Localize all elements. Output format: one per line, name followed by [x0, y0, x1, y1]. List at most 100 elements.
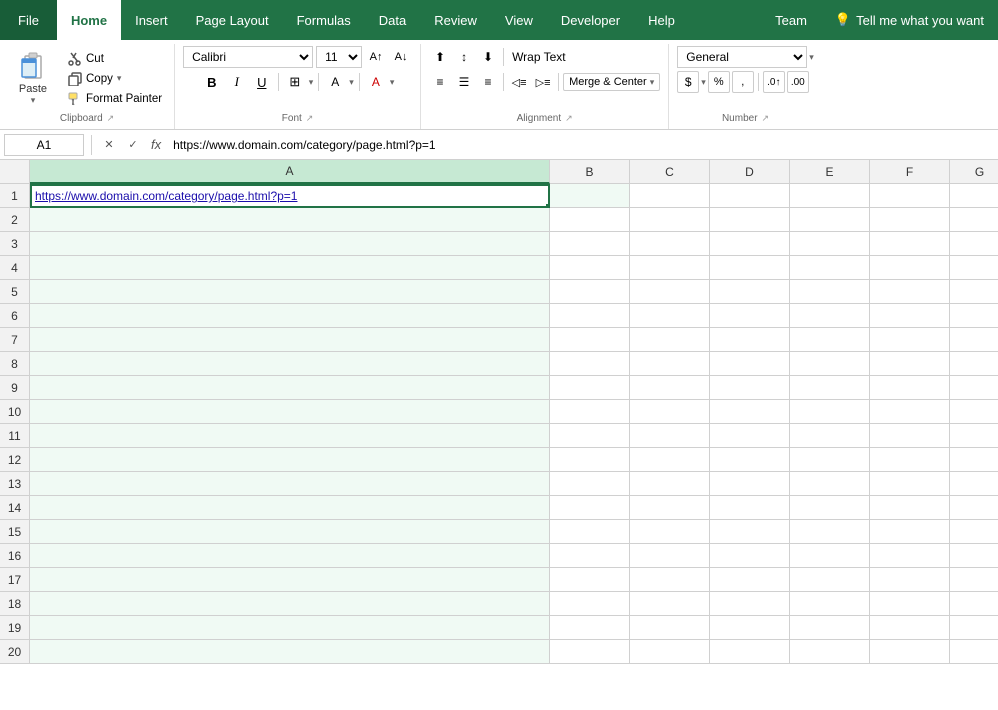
cell-c8[interactable]: [630, 352, 710, 376]
align-top-btn[interactable]: ⬆: [429, 46, 451, 68]
cell-a5[interactable]: [30, 280, 550, 304]
cell-c3[interactable]: [630, 232, 710, 256]
cell-c7[interactable]: [630, 328, 710, 352]
cell-f8[interactable]: [870, 352, 950, 376]
cell-b13[interactable]: [550, 472, 630, 496]
font-size-select[interactable]: 11: [316, 46, 362, 68]
cell-g7[interactable]: [950, 328, 998, 352]
cell-d13[interactable]: [710, 472, 790, 496]
cell-c11[interactable]: [630, 424, 710, 448]
increase-font-btn[interactable]: A↑: [365, 46, 387, 68]
cell-a7[interactable]: [30, 328, 550, 352]
border-btn[interactable]: ⊞: [284, 71, 306, 93]
cell-b10[interactable]: [550, 400, 630, 424]
cell-g13[interactable]: [950, 472, 998, 496]
cell-f16[interactable]: [870, 544, 950, 568]
cell-b19[interactable]: [550, 616, 630, 640]
cell-b16[interactable]: [550, 544, 630, 568]
cell-b14[interactable]: [550, 496, 630, 520]
cell-e11[interactable]: [790, 424, 870, 448]
increase-indent-btn[interactable]: ▷≡: [532, 71, 554, 93]
cell-a13[interactable]: [30, 472, 550, 496]
cell-d19[interactable]: [710, 616, 790, 640]
row-number-1[interactable]: 1: [0, 184, 30, 208]
cell-g14[interactable]: [950, 496, 998, 520]
cell-g9[interactable]: [950, 376, 998, 400]
cell-b1[interactable]: [550, 184, 630, 208]
col-header-a[interactable]: A: [30, 160, 550, 184]
cell-g16[interactable]: [950, 544, 998, 568]
cell-e17[interactable]: [790, 568, 870, 592]
currency-dropdown-icon[interactable]: ▾: [701, 77, 706, 88]
row-number-13[interactable]: 13: [0, 472, 30, 496]
cell-c15[interactable]: [630, 520, 710, 544]
decrease-indent-btn[interactable]: ◁≡: [508, 71, 530, 93]
clipboard-expand-icon[interactable]: ↗: [107, 113, 115, 124]
cell-f4[interactable]: [870, 256, 950, 280]
cell-g18[interactable]: [950, 592, 998, 616]
font-color-dropdown-icon[interactable]: ▾: [390, 77, 395, 88]
cell-g4[interactable]: [950, 256, 998, 280]
cell-d16[interactable]: [710, 544, 790, 568]
row-number-5[interactable]: 5: [0, 280, 30, 304]
cell-a6[interactable]: [30, 304, 550, 328]
cell-d20[interactable]: [710, 640, 790, 664]
cell-b6[interactable]: [550, 304, 630, 328]
cell-c4[interactable]: [630, 256, 710, 280]
cell-c19[interactable]: [630, 616, 710, 640]
cell-b2[interactable]: [550, 208, 630, 232]
number-format-select[interactable]: General: [677, 46, 807, 68]
tell-me-input[interactable]: 💡 Tell me what you want: [821, 12, 998, 28]
merge-center-btn[interactable]: Merge & Center ▾: [563, 73, 660, 91]
cell-e6[interactable]: [790, 304, 870, 328]
cell-f13[interactable]: [870, 472, 950, 496]
cell-c5[interactable]: [630, 280, 710, 304]
decrease-decimal-btn[interactable]: .00: [787, 71, 809, 93]
percent-btn[interactable]: %: [708, 71, 730, 93]
cell-g19[interactable]: [950, 616, 998, 640]
cell-e14[interactable]: [790, 496, 870, 520]
cell-e1[interactable]: [790, 184, 870, 208]
col-header-c[interactable]: C: [630, 160, 710, 184]
cell-b9[interactable]: [550, 376, 630, 400]
cell-g12[interactable]: [950, 448, 998, 472]
cell-a8[interactable]: [30, 352, 550, 376]
cell-e19[interactable]: [790, 616, 870, 640]
menu-tab-review[interactable]: Review: [420, 0, 491, 40]
cell-g6[interactable]: [950, 304, 998, 328]
cell-e7[interactable]: [790, 328, 870, 352]
cell-a18[interactable]: [30, 592, 550, 616]
cell-a16[interactable]: [30, 544, 550, 568]
cell-b12[interactable]: [550, 448, 630, 472]
cell-d2[interactable]: [710, 208, 790, 232]
cell-f5[interactable]: [870, 280, 950, 304]
cell-e4[interactable]: [790, 256, 870, 280]
cell-d17[interactable]: [710, 568, 790, 592]
cell-f17[interactable]: [870, 568, 950, 592]
row-number-11[interactable]: 11: [0, 424, 30, 448]
cell-c9[interactable]: [630, 376, 710, 400]
menu-tab-developer[interactable]: Developer: [547, 0, 634, 40]
cell-c2[interactable]: [630, 208, 710, 232]
menu-tab-view[interactable]: View: [491, 0, 547, 40]
row-number-7[interactable]: 7: [0, 328, 30, 352]
cell-c20[interactable]: [630, 640, 710, 664]
cell-g8[interactable]: [950, 352, 998, 376]
cell-g1[interactable]: [950, 184, 998, 208]
font-expand-icon[interactable]: ↗: [306, 113, 314, 124]
col-header-e[interactable]: E: [790, 160, 870, 184]
cell-f11[interactable]: [870, 424, 950, 448]
cell-e10[interactable]: [790, 400, 870, 424]
col-header-f[interactable]: F: [870, 160, 950, 184]
cell-d6[interactable]: [710, 304, 790, 328]
font-color-btn[interactable]: A: [365, 71, 387, 93]
row-number-6[interactable]: 6: [0, 304, 30, 328]
cell-d10[interactable]: [710, 400, 790, 424]
cell-c13[interactable]: [630, 472, 710, 496]
menu-tab-help[interactable]: Help: [634, 0, 689, 40]
copy-dropdown-icon[interactable]: ▾: [117, 73, 122, 84]
cell-b5[interactable]: [550, 280, 630, 304]
cell-d4[interactable]: [710, 256, 790, 280]
menu-file[interactable]: File: [0, 0, 57, 40]
copy-button[interactable]: Copy ▾: [64, 70, 166, 88]
